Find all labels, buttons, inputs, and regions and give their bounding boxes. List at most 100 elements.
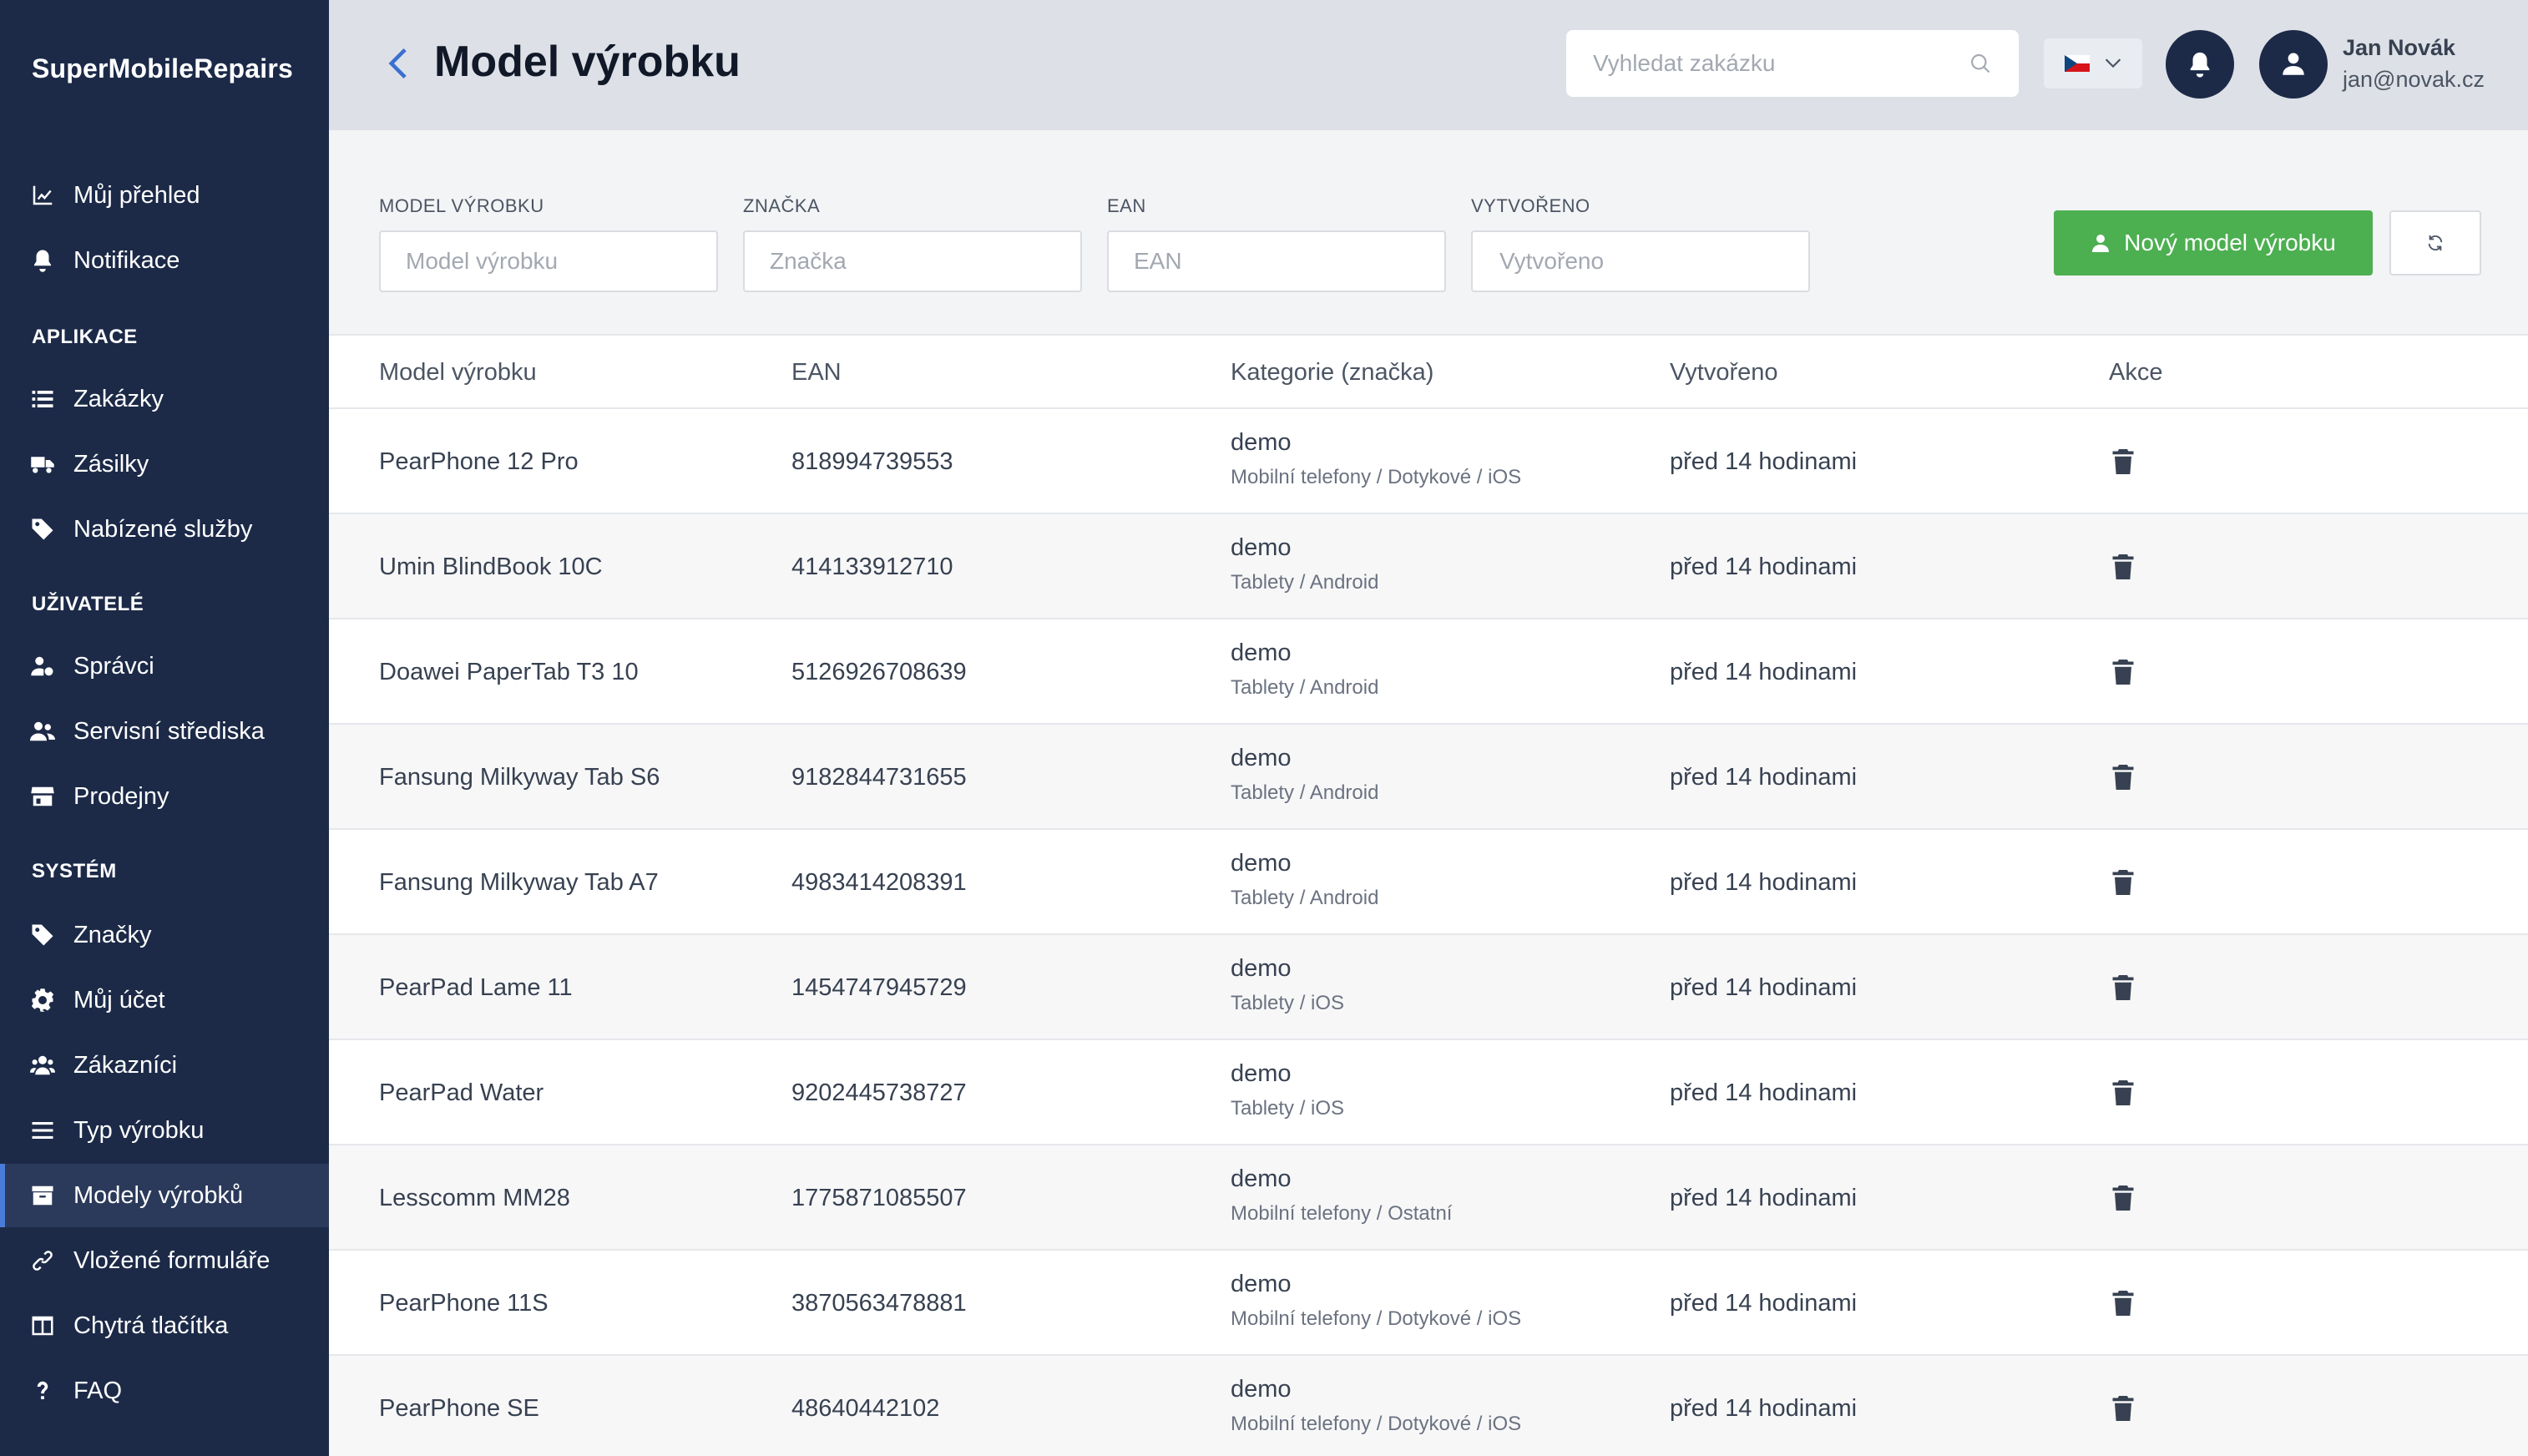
delete-button[interactable] [2109, 973, 2137, 1002]
tag-icon [30, 923, 55, 948]
trash-icon [2112, 765, 2134, 790]
sidebar-item-label: Servisní střediska [73, 717, 265, 745]
created-value: před 14 hodinami [1670, 448, 1858, 475]
brand-filter-input[interactable] [770, 248, 1071, 275]
delete-button[interactable] [2109, 868, 2137, 897]
model-name[interactable]: Doawei PaperTab T3 10 [379, 659, 639, 686]
sidebar-item-admins[interactable]: Správci [0, 634, 329, 698]
table-row[interactable]: PearPhone 12 Pro 818994739553 demo Mobilní … [329, 409, 2528, 514]
sidebar-item-smart-buttons[interactable]: Chytrá tlačítka [0, 1294, 329, 1357]
delete-button[interactable] [2109, 447, 2137, 476]
sidebar-item-services[interactable]: Nabízené služby [0, 498, 329, 561]
category-path: Tablety / Android [1231, 781, 1379, 804]
table-row[interactable]: Fansung Milkyway Tab S6 9182844731655 demo… [329, 725, 2528, 830]
table-row[interactable]: Umin BlindBook 10C 414133912710 demo Tablet… [329, 514, 2528, 619]
sidebar-item-embedded-forms[interactable]: Vložené formuláře [0, 1229, 329, 1292]
ean-value: 414133912710 [791, 554, 953, 580]
table-row[interactable]: PearPhone SE 48640442102 demo Mobilní telef… [329, 1356, 2528, 1456]
created-filter-input[interactable] [1499, 248, 1801, 275]
ean-filter-input[interactable] [1134, 248, 1435, 275]
table-row[interactable]: PearPhone 11S 3870563478881 demo Mobilní te… [329, 1251, 2528, 1356]
order-search[interactable] [1566, 30, 2019, 97]
user-avatar[interactable] [2259, 30, 2328, 99]
table-row[interactable]: PearPad Lame 11 1454747945729 demo Tablety … [329, 935, 2528, 1040]
search-input[interactable] [1593, 50, 1969, 77]
chart-line-icon [30, 183, 55, 208]
filter-model[interactable] [379, 230, 718, 292]
filter-ean[interactable] [1107, 230, 1446, 292]
delete-button[interactable] [2109, 1079, 2137, 1107]
delete-button[interactable] [2109, 1289, 2137, 1317]
link-icon [30, 1248, 55, 1273]
trash-icon [2112, 449, 2134, 474]
model-name[interactable]: PearPhone SE [379, 1395, 539, 1423]
sidebar-item-brands[interactable]: Značky [0, 903, 329, 967]
model-name[interactable]: Lesscomm MM28 [379, 1185, 570, 1212]
sidebar: SuperMobileRepairs Můj přehled Notifikac… [0, 0, 329, 1456]
delete-button[interactable] [2109, 658, 2137, 686]
filter-label-brand: ZNAČKA [743, 195, 821, 216]
sidebar-item-label: Typ výrobku [73, 1116, 205, 1144]
table-row[interactable]: Fansung Milkyway Tab A7 4983414208391 demo… [329, 830, 2528, 935]
table-row[interactable]: Lesscomm MM28 1775871085507 demo Mobilní te… [329, 1145, 2528, 1251]
filter-brand[interactable] [743, 230, 1082, 292]
column-header-model[interactable]: Model výrobku [379, 359, 537, 387]
language-selector[interactable] [2044, 38, 2142, 88]
user-name[interactable]: Jan Novák [2343, 35, 2455, 61]
brand-logo[interactable]: SuperMobileRepairs [32, 53, 293, 84]
table-row[interactable]: PearPad Water 9202445738727 demo Tablety / … [329, 1040, 2528, 1145]
column-header-created[interactable]: Vytvořeno [1670, 359, 1778, 387]
sidebar-item-stores[interactable]: Prodejny [0, 765, 329, 828]
sidebar-item-customers[interactable]: Zákazníci [0, 1034, 329, 1097]
sidebar-item-label: Notifikace [73, 246, 180, 274]
column-header-actions: Akce [2109, 359, 2163, 386]
category-brand: demo [1231, 1060, 1292, 1087]
search-icon [1971, 54, 1990, 73]
trash-icon [2112, 1186, 2134, 1211]
new-model-button[interactable]: Nový model výrobku [2054, 210, 2373, 276]
delete-button[interactable] [2109, 1184, 2137, 1212]
column-header-category[interactable]: Kategorie (značka) [1231, 359, 1433, 387]
category-path: Tablety / iOS [1231, 1097, 1345, 1120]
model-name[interactable]: Umin BlindBook 10C [379, 554, 603, 581]
model-name[interactable]: PearPhone 11S [379, 1290, 549, 1317]
model-name[interactable]: Fansung Milkyway Tab S6 [379, 764, 660, 791]
delete-button[interactable] [2109, 1394, 2137, 1423]
category-brand: demo [1231, 850, 1292, 877]
notifications-button[interactable] [2166, 30, 2234, 99]
model-name[interactable]: PearPad Water [379, 1079, 544, 1107]
sidebar-item-label: Prodejny [73, 782, 169, 810]
model-name[interactable]: Fansung Milkyway Tab A7 [379, 869, 659, 897]
trash-icon [2112, 975, 2134, 1000]
ean-value: 1775871085507 [791, 1185, 967, 1211]
sidebar-item-service-centers[interactable]: Servisní střediska [0, 700, 329, 763]
back-button[interactable] [382, 42, 412, 85]
filter-created[interactable] [1471, 230, 1810, 292]
sidebar-item-label: Správci [73, 652, 154, 680]
sidebar-item-orders[interactable]: Zakázky [0, 367, 329, 431]
delete-button[interactable] [2109, 553, 2137, 581]
model-name[interactable]: PearPad Lame 11 [379, 974, 573, 1002]
model-name[interactable]: PearPhone 12 Pro [379, 448, 579, 476]
sidebar-item-faq[interactable]: FAQ [0, 1359, 329, 1423]
sidebar-item-shipments[interactable]: Zásilky [0, 432, 329, 496]
sidebar-item-product-models[interactable]: Modely výrobků [0, 1164, 329, 1227]
trash-icon [2112, 1396, 2134, 1421]
filter-label-ean: EAN [1107, 195, 1146, 216]
refresh-button[interactable] [2389, 210, 2481, 276]
trash-icon [2112, 870, 2134, 895]
created-value: před 14 hodinami [1670, 659, 1858, 685]
nav-section-users: UŽIVATELÉ [32, 593, 144, 615]
chevron-left-icon [388, 48, 407, 78]
created-value: před 14 hodinami [1670, 974, 1858, 1001]
model-filter-input[interactable] [406, 248, 707, 275]
nav-section-system: SYSTÉM [32, 860, 117, 882]
column-header-ean[interactable]: EAN [791, 359, 842, 387]
sidebar-item-notifications[interactable]: Notifikace [0, 229, 329, 292]
category-path: Tablety / iOS [1231, 992, 1345, 1014]
sidebar-item-dashboard[interactable]: Můj přehled [0, 164, 329, 227]
sidebar-item-product-types[interactable]: Typ výrobku [0, 1099, 329, 1162]
delete-button[interactable] [2109, 763, 2137, 791]
table-row[interactable]: Doawei PaperTab T3 10 5126926708639 demo Ta… [329, 619, 2528, 725]
sidebar-item-my-account[interactable]: Můj účet [0, 968, 329, 1032]
